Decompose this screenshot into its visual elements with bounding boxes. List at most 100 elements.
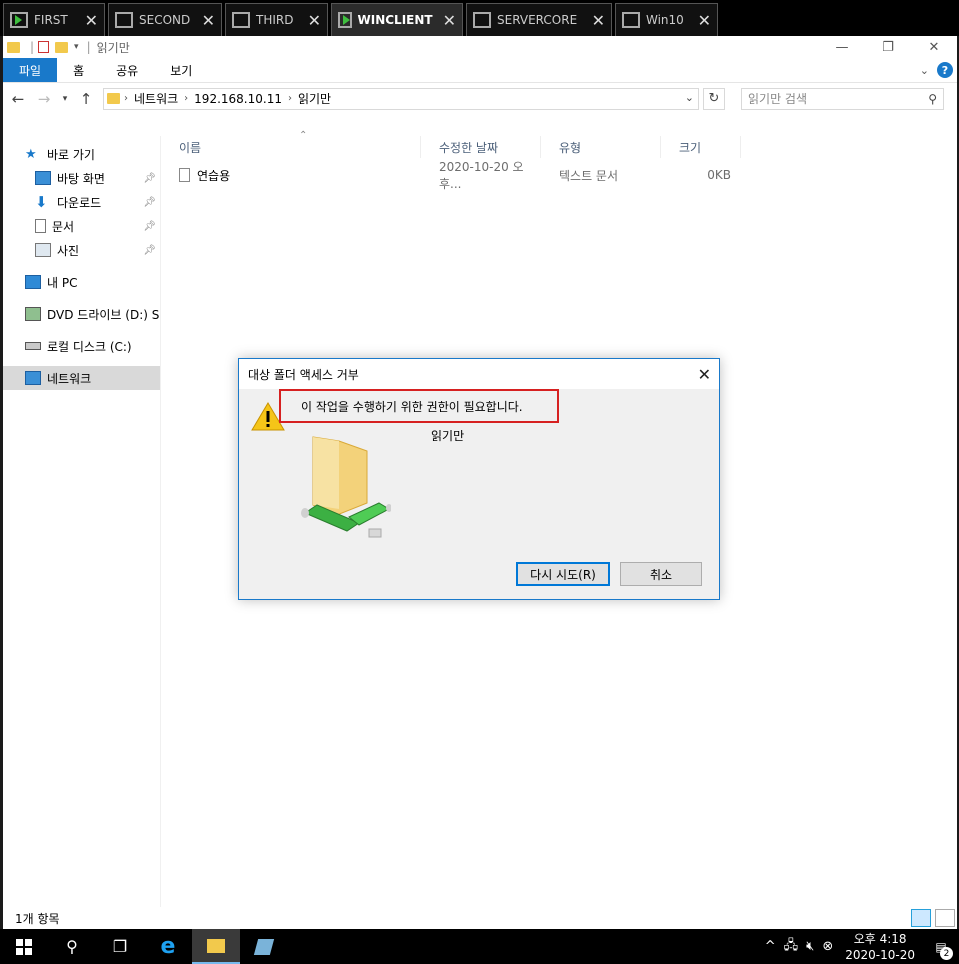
back-button[interactable]: ←: [7, 88, 29, 110]
start-button[interactable]: [0, 929, 48, 964]
expand-ribbon-icon[interactable]: ⌄: [920, 64, 929, 77]
vm-tab-second[interactable]: SECOND ✕: [108, 3, 222, 36]
chevron-right-icon: ›: [184, 93, 189, 104]
close-icon[interactable]: ✕: [85, 11, 98, 30]
details-view-button[interactable]: [911, 909, 931, 927]
recent-locations-icon[interactable]: ▾: [59, 88, 71, 110]
notification-badge: 2: [940, 947, 953, 960]
dvd-drive-icon: [25, 307, 41, 321]
breadcrumb-network[interactable]: 네트워크: [134, 90, 178, 107]
minimize-button[interactable]: —: [819, 36, 865, 58]
chevron-up-icon[interactable]: ^: [761, 939, 780, 954]
volume-muted-icon[interactable]: 🔇︎: [802, 939, 818, 954]
navigation-pane: ★ 바로 가기 바탕 화면 📌︎ ⬇ 다운로드 📌︎ 문서 📌︎ 사진 📌︎ 내…: [3, 136, 161, 907]
text-file-icon: [179, 168, 190, 182]
help-icon[interactable]: ?: [937, 62, 953, 78]
breadcrumb-folder[interactable]: 읽기만: [298, 90, 331, 107]
vm-tab-label: Win10: [646, 13, 684, 27]
chevron-right-icon: ›: [124, 93, 128, 104]
nav-local-disk[interactable]: 로컬 디스크 (C:): [3, 334, 160, 358]
close-icon[interactable]: ✕: [698, 11, 711, 30]
new-folder-icon[interactable]: [55, 41, 69, 53]
nav-dvd-drive[interactable]: DVD 드라이브 (D:) S: [3, 302, 160, 326]
nav-item-pictures[interactable]: 사진 📌︎: [3, 238, 160, 262]
task-view-button[interactable]: ❐: [96, 929, 144, 964]
vm-running-icon: [338, 12, 352, 28]
vm-tab-servercore[interactable]: SERVERCORE ✕: [466, 3, 612, 36]
file-row[interactable]: 연습용 2020-10-20 오후... 텍스트 문서 0KB: [161, 160, 957, 191]
vm-tab-win10[interactable]: Win10 ✕: [615, 3, 718, 36]
pin-icon[interactable]: 📌︎: [143, 173, 156, 184]
restore-button[interactable]: ❐: [865, 36, 911, 58]
tab-file[interactable]: 파일: [3, 58, 58, 82]
retry-button[interactable]: 다시 시도(R): [516, 562, 610, 586]
pin-icon[interactable]: 📌︎: [143, 245, 156, 256]
vm-tab-third[interactable]: THIRD ✕: [225, 3, 328, 36]
refresh-button[interactable]: ↻: [703, 87, 725, 110]
network-folder-icon: [301, 436, 391, 538]
close-icon[interactable]: ✕: [202, 11, 215, 30]
search-icon: ⚲: [928, 91, 937, 106]
column-header-modified[interactable]: 수정한 날짜: [421, 136, 541, 158]
close-icon[interactable]: ✕: [698, 365, 711, 384]
view-buttons: [911, 909, 955, 927]
file-type: 텍스트 문서: [559, 168, 619, 183]
clock[interactable]: 오후 4:18 2020-10-20: [837, 931, 923, 963]
error-icon[interactable]: ⊗: [818, 939, 837, 954]
large-icons-view-button[interactable]: [935, 909, 955, 927]
nav-item-downloads[interactable]: ⬇ 다운로드 📌︎: [3, 190, 160, 214]
windows-logo-icon: [16, 938, 32, 955]
close-button[interactable]: ✕: [911, 36, 957, 58]
tab-home[interactable]: 홈: [57, 58, 100, 82]
folder-icon[interactable]: [7, 41, 20, 53]
chevron-down-icon[interactable]: ⌄: [685, 91, 694, 104]
nav-item-documents[interactable]: 문서 📌︎: [3, 214, 160, 238]
up-button[interactable]: ↑: [75, 88, 97, 110]
dialog-message: 이 작업을 수행하기 위한 권한이 필요합니다.: [301, 399, 523, 414]
file-explorer-button[interactable]: [192, 929, 240, 964]
column-header-name[interactable]: 이름: [161, 136, 421, 158]
nav-quick-access[interactable]: ★ 바로 가기: [3, 142, 160, 166]
internet-explorer-button[interactable]: e: [144, 929, 192, 964]
notification-center-button[interactable]: ▤ 2: [923, 929, 959, 964]
app-button[interactable]: [240, 929, 288, 964]
pin-icon[interactable]: 📌︎: [143, 197, 156, 208]
internet-explorer-icon: e: [160, 934, 176, 959]
column-header-type[interactable]: 유형: [541, 136, 661, 158]
column-header-size[interactable]: 크기: [661, 136, 741, 158]
pin-icon[interactable]: 📌︎: [143, 221, 156, 232]
close-icon[interactable]: ✕: [592, 11, 605, 30]
item-count: 1개 항목: [15, 911, 60, 926]
address-bar[interactable]: › 네트워크 › 192.168.10.11 › 읽기만 ⌄: [103, 87, 699, 110]
search-button[interactable]: ⚲: [48, 929, 96, 964]
quick-access-dropdown-icon[interactable]: ▾: [74, 42, 79, 52]
nav-network[interactable]: 네트워크: [3, 366, 160, 390]
tab-share[interactable]: 공유: [100, 58, 154, 82]
vm-tab-first[interactable]: FIRST ✕: [3, 3, 105, 36]
cancel-button[interactable]: 취소: [620, 562, 702, 586]
close-icon[interactable]: ✕: [308, 11, 321, 30]
taskbar: ⚲ ❐ e ^ 🖧︎ 🔇︎ ⊗ 오후 4:18 2020-10-20 ▤ 2: [0, 929, 959, 964]
address-row: ← → ▾ ↑ › 네트워크 › 192.168.10.11 › 읽기만 ⌄ ↻…: [3, 82, 957, 114]
vm-window-icon: [115, 12, 133, 28]
vm-tab-label: THIRD: [256, 13, 294, 27]
tab-view[interactable]: 보기: [154, 58, 208, 82]
star-icon: ★: [25, 147, 37, 162]
nav-this-pc[interactable]: 내 PC: [3, 270, 160, 294]
vm-tab-label: FIRST: [34, 13, 68, 27]
hard-drive-icon: [25, 342, 41, 350]
nav-label: 로컬 디스크 (C:): [47, 339, 132, 354]
vm-tab-winclient[interactable]: WINCLIENT ✕: [331, 3, 463, 36]
search-input[interactable]: 읽기만 검색 ⚲: [741, 87, 944, 110]
nav-label: 사진: [57, 243, 80, 258]
network-status-icon[interactable]: 🖧︎: [780, 936, 803, 958]
nav-item-desktop[interactable]: 바탕 화면 📌︎: [3, 166, 160, 190]
properties-icon[interactable]: [38, 41, 50, 53]
forward-button[interactable]: →: [33, 88, 55, 110]
separator: |: [30, 40, 35, 54]
vm-running-icon: [10, 12, 28, 28]
close-icon[interactable]: ✕: [443, 11, 456, 30]
ribbon-right-controls: ⌄ ?: [920, 62, 953, 78]
document-icon: [35, 219, 46, 233]
breadcrumb-host[interactable]: 192.168.10.11: [194, 92, 282, 106]
